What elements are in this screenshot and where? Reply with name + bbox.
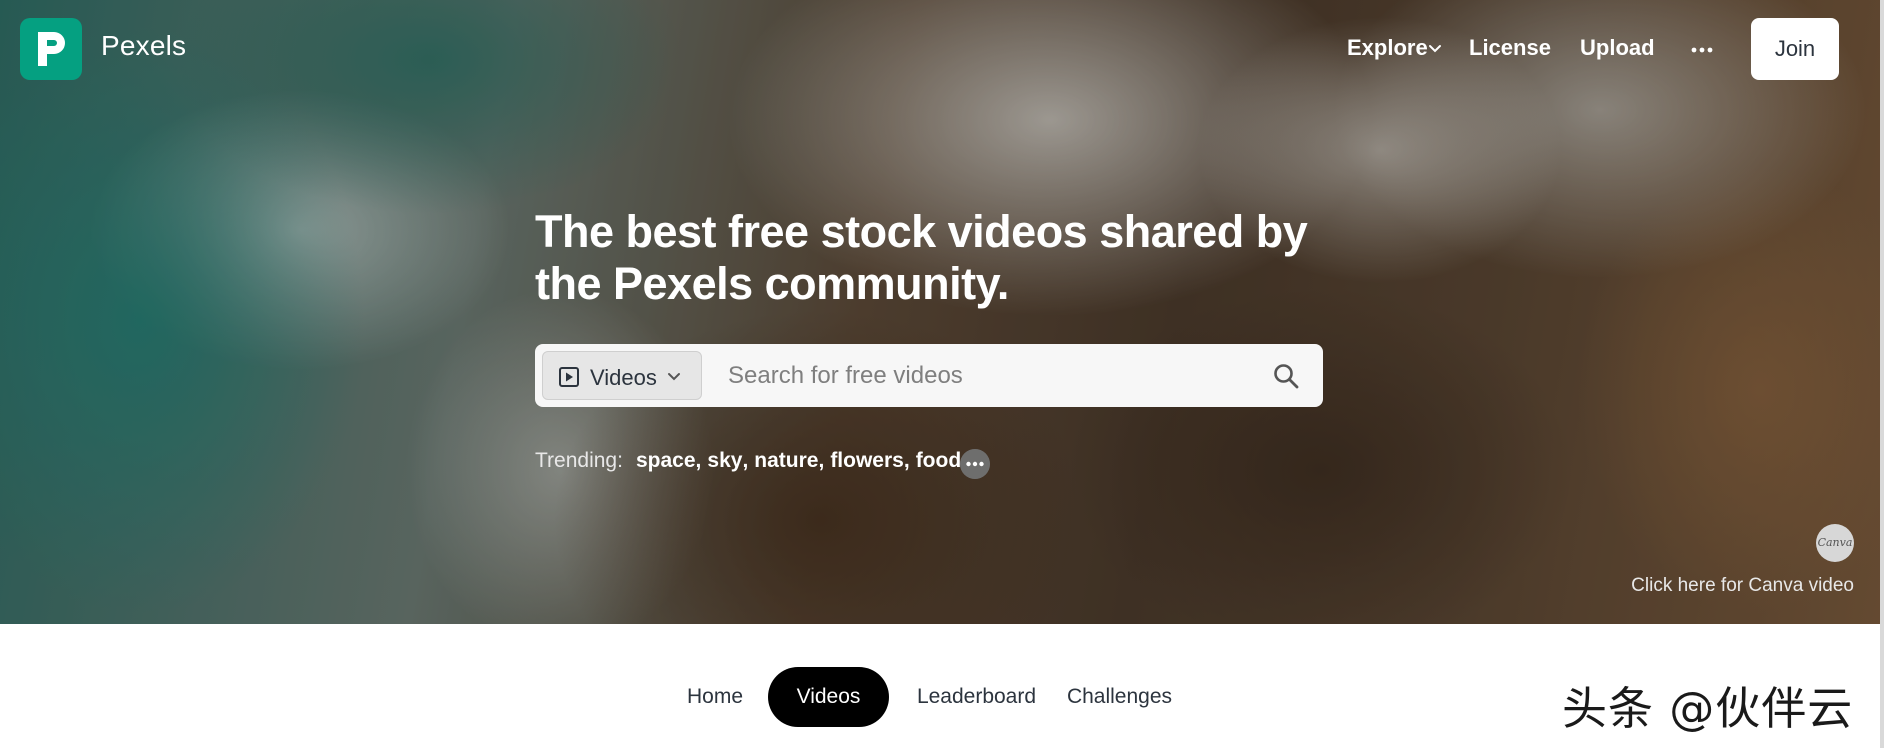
tab-videos[interactable]: Videos — [768, 667, 889, 727]
trending-link[interactable]: nature — [754, 449, 818, 473]
tab-home[interactable]: Home — [672, 667, 758, 727]
search-type-label: Videos — [590, 365, 657, 390]
more-options-icon[interactable] — [1690, 38, 1714, 62]
trending-link[interactable]: space — [636, 449, 696, 473]
trending-link[interactable]: sky — [707, 449, 742, 473]
trending-link[interactable]: flowers — [830, 449, 904, 473]
video-icon — [559, 367, 579, 387]
trending-link[interactable]: food — [916, 449, 961, 473]
canva-link[interactable]: Click here for Canva video — [1631, 575, 1854, 597]
tab-challenges[interactable]: Challenges — [1057, 667, 1182, 727]
tab-leaderboard[interactable]: Leaderboard — [905, 667, 1048, 727]
trending-list: space, sky, nature, flowers, food — [636, 449, 962, 473]
search-bar: Videos — [535, 344, 1323, 407]
scrollbar[interactable] — [1880, 0, 1884, 748]
search-input[interactable] — [726, 354, 1250, 398]
more-trending-icon[interactable] — [960, 449, 990, 479]
search-icon[interactable] — [1272, 362, 1300, 390]
pexels-logo-icon[interactable] — [20, 18, 82, 80]
nav-license[interactable]: License — [1469, 35, 1551, 61]
trending-label: Trending: — [535, 449, 623, 472]
search-type-dropdown[interactable]: Videos — [542, 351, 702, 400]
chevron-down-icon[interactable] — [1428, 42, 1442, 56]
brand-name[interactable]: Pexels — [101, 30, 186, 62]
hero-background — [0, 0, 1880, 624]
canva-logo-icon[interactable]: Canva — [1816, 524, 1854, 562]
nav-upload[interactable]: Upload — [1580, 35, 1655, 61]
chevron-down-icon — [668, 373, 680, 381]
hero-headline: The best free stock videos shared by the… — [535, 206, 1308, 309]
watermark-text: 头条 @伙伴云 — [1562, 682, 1854, 735]
nav-explore[interactable]: Explore — [1347, 35, 1428, 61]
join-button[interactable]: Join — [1751, 18, 1839, 80]
